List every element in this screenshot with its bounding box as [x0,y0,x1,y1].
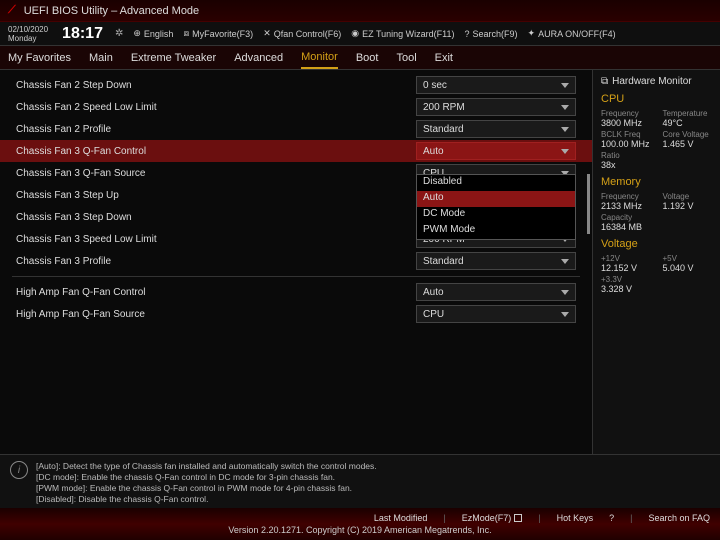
setting-label: Chassis Fan 3 Profile [16,256,416,267]
setting-value: Auto [423,146,444,157]
ezmode-button[interactable]: EzMode(F7) [462,513,523,523]
setting-label: Chassis Fan 3 Step Down [16,212,416,223]
app-title: UEFI BIOS Utility – Advanced Mode [24,5,199,17]
setting-row: High Amp Fan Q-Fan Control Auto [0,281,592,303]
dropdown-option[interactable]: Auto [417,191,575,207]
chevron-down-icon [561,149,569,154]
title-bar: ⟋ UEFI BIOS Utility – Advanced Mode [0,0,720,22]
globe-icon: ⊕ [133,28,141,39]
qfan-button[interactable]: ✕Qfan Control(F6) [263,28,341,39]
setting-row: Chassis Fan 2 Profile Standard [0,118,592,140]
hw-monitor-title: ⧉Hardware Monitor [601,76,712,87]
setting-value: Standard [423,256,464,267]
hardware-monitor-panel: ⧉Hardware Monitor CPU Frequency3800 MHzT… [592,70,720,454]
scrollbar-thumb[interactable] [587,174,590,234]
tab-main[interactable]: Main [89,48,113,68]
divider [12,276,580,277]
chevron-down-icon [561,312,569,317]
chevron-down-icon [561,290,569,295]
setting-select[interactable]: CPU [416,305,576,323]
tab-my-favorites[interactable]: My Favorites [8,48,71,68]
setting-value: Auto [423,287,444,298]
chevron-down-icon [561,259,569,264]
setting-label: Chassis Fan 2 Profile [16,124,416,135]
datetime: 02/10/2020Monday [8,25,48,43]
setting-value: 0 sec [423,80,447,91]
footer-bar: Last Modified| EzMode(F7)| Hot Keys?| Se… [0,508,720,540]
question-icon: ? [609,513,614,523]
tab-boot[interactable]: Boot [356,48,379,68]
setting-select[interactable]: 0 sec [416,76,576,94]
aura-button[interactable]: ✦AURA ON/OFF(F4) [528,28,616,39]
dropdown-option[interactable]: Disabled [417,175,575,191]
setting-select[interactable]: Auto [416,142,576,160]
monitor-icon: ⧉ [601,76,608,87]
setting-select[interactable]: 200 RPM [416,98,576,116]
setting-select[interactable]: Standard [416,252,576,270]
last-modified-button[interactable]: Last Modified [374,513,428,523]
search-icon: ? [465,29,470,39]
tab-advanced[interactable]: Advanced [234,48,283,68]
chevron-down-icon [561,105,569,110]
exit-icon [514,514,522,522]
tab-exit[interactable]: Exit [435,48,453,68]
setting-select[interactable]: Auto [416,283,576,301]
tab-extreme-tweaker[interactable]: Extreme Tweaker [131,48,216,68]
ez-tuning-button[interactable]: ◉EZ Tuning Wizard(F11) [351,28,454,39]
fan-icon: ✕ [263,28,271,39]
voltage-section: Voltage [601,238,712,250]
rog-logo: ⟋ [8,4,16,17]
help-text: [Auto]: Detect the type of Chassis fan i… [36,461,377,502]
setting-label: High Amp Fan Q-Fan Source [16,309,416,320]
setting-value: CPU [423,309,444,320]
setting-value: Standard [423,124,464,135]
star-icon: ⧈ [183,28,189,39]
cpu-section: CPU [601,93,712,105]
setting-label: High Amp Fan Q-Fan Control [16,287,416,298]
setting-label: Chassis Fan 3 Speed Low Limit [16,234,416,245]
setting-label: Chassis Fan 2 Step Down [16,80,416,91]
setting-row: Chassis Fan 3 Profile Standard [0,250,592,272]
setting-label: Chassis Fan 3 Q-Fan Control [16,146,416,157]
tab-bar: My Favorites Main Extreme Tweaker Advanced M… [0,46,720,70]
version-text: Version 2.20.1271. Copyright (C) 2019 Am… [10,525,710,535]
setting-row: Chassis Fan 2 Speed Low Limit 200 RPM [0,96,592,118]
language-button[interactable]: ⊕English [133,28,173,39]
setting-label: Chassis Fan 3 Q-Fan Source [16,168,416,179]
settings-panel: Chassis Fan 2 Step Down0 secChassis Fan … [0,70,592,454]
clock: 18:17 [62,25,103,43]
gear-icon[interactable]: ✲ [115,28,123,39]
setting-row: High Amp Fan Q-Fan Source CPU [0,303,592,325]
setting-label: Chassis Fan 2 Speed Low Limit [16,102,416,113]
aura-icon: ✦ [528,28,536,39]
search-faq-button[interactable]: Search on FAQ [648,513,710,523]
hotkeys-button[interactable]: Hot Keys [557,513,594,523]
wizard-icon: ◉ [351,28,359,39]
chevron-down-icon [561,127,569,132]
header-bar: 02/10/2020Monday 18:17 ✲ ⊕English ⧈MyFav… [0,22,720,46]
dropdown-menu: DisabledAutoDC ModePWM Mode [416,174,576,240]
setting-select[interactable]: Standard [416,120,576,138]
setting-row: Chassis Fan 3 Q-Fan Control Auto [0,140,592,162]
dropdown-option[interactable]: DC Mode [417,207,575,223]
myfavorite-button[interactable]: ⧈MyFavorite(F3) [183,28,253,39]
info-icon: i [10,461,28,479]
setting-row: Chassis Fan 2 Step Down 0 sec [0,74,592,96]
tab-monitor[interactable]: Monitor [301,47,338,69]
chevron-down-icon [561,83,569,88]
search-button[interactable]: ?Search(F9) [465,29,518,39]
setting-value: 200 RPM [423,102,465,113]
help-panel: i [Auto]: Detect the type of Chassis fan… [0,454,720,508]
tab-tool[interactable]: Tool [396,48,416,68]
dropdown-option[interactable]: PWM Mode [417,223,575,239]
setting-label: Chassis Fan 3 Step Up [16,190,416,201]
memory-section: Memory [601,176,712,188]
